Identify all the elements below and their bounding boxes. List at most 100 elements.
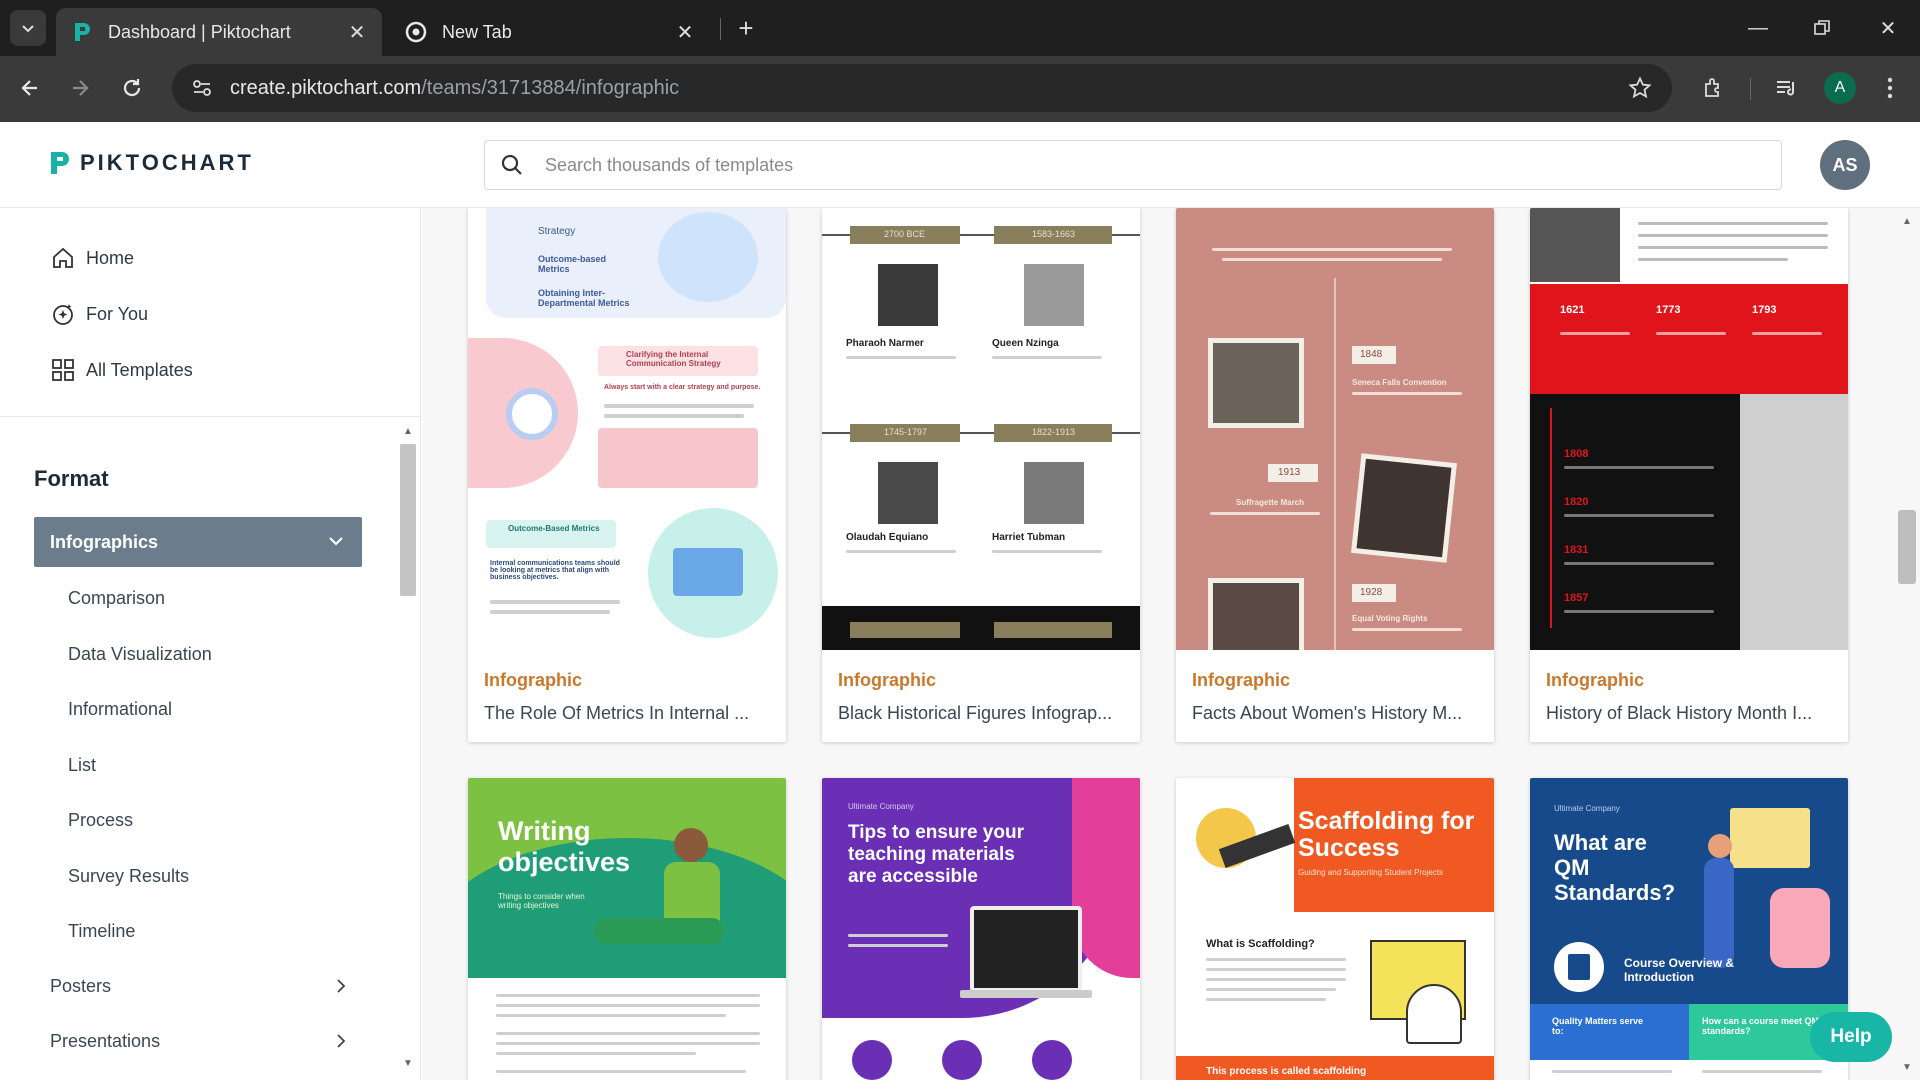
thumb-chart-icon (1032, 1040, 1072, 1080)
subcategory-list[interactable]: List (68, 755, 96, 776)
subcategory-data-visualization[interactable]: Data Visualization (68, 644, 212, 665)
thumb-text-line (1564, 562, 1714, 565)
category-label: Posters (50, 975, 112, 996)
back-arrow-icon[interactable] (10, 68, 50, 108)
chevron-right-icon (337, 979, 346, 993)
thumb-text: 1808 (1564, 448, 1589, 460)
user-avatar[interactable]: AS (1820, 140, 1870, 190)
thumb-text: Harriet Tubman (992, 532, 1066, 543)
thumb-text-line (846, 550, 956, 553)
browser-profile-avatar[interactable]: A (1824, 72, 1856, 104)
thumb-laptop (970, 906, 1082, 992)
thumb-text-line (1638, 222, 1828, 225)
template-card[interactable]: 1621 1773 1793 1808 1820 1831 1857 Infog… (1530, 208, 1848, 742)
template-card[interactable]: 1848 Seneca Falls Convention 1913 Suffra… (1176, 208, 1494, 742)
thumb-text: Pharaoh Narmer (846, 338, 924, 349)
sidebar-scrollbar-thumb[interactable] (400, 444, 416, 596)
card-meta: Infographic The Role Of Metrics In Inter… (468, 650, 786, 742)
thumb-text: Suffragette March (1236, 498, 1305, 507)
window-close-icon[interactable]: ✕ (1866, 10, 1910, 46)
thumb-text-line (1564, 514, 1714, 517)
template-card[interactable]: Strategy Outcome-based Metrics Obtaining… (468, 208, 786, 742)
template-thumbnail: Writing objectives Things to consider wh… (468, 778, 786, 1080)
thumb-text: This process is called scaffolding (1206, 1066, 1367, 1077)
thumb-text-line (848, 944, 948, 947)
thumb-illustration (1406, 984, 1462, 1044)
thumb-text-line (1552, 1070, 1672, 1073)
main-scrollbar-thumb[interactable] (1898, 510, 1916, 584)
category-posters[interactable]: Posters (50, 971, 350, 1001)
reload-icon[interactable] (112, 68, 152, 108)
thumb-text-line (848, 970, 938, 973)
tab-search-button[interactable] (10, 10, 46, 46)
help-button[interactable]: Help (1810, 1012, 1892, 1062)
thumb-text: Course Overview & Introduction (1624, 956, 1735, 984)
thumb-text: 1831 (1564, 544, 1589, 556)
thumb-text: Always start with a clear strategy and p… (604, 384, 761, 391)
template-thumbnail: Strategy Outcome-based Metrics Obtaining… (468, 208, 786, 650)
tab-dashboard[interactable]: Dashboard | Piktochart ✕ (56, 8, 382, 56)
thumb-text: What is Scaffolding? (1206, 938, 1315, 950)
extensions-puzzle-icon[interactable] (1694, 68, 1734, 108)
template-card[interactable]: Ultimate Company Tips to ensure your tea… (822, 778, 1140, 1080)
close-icon[interactable]: ✕ (674, 21, 696, 44)
subcategory-informational[interactable]: Informational (68, 699, 172, 720)
template-card[interactable]: Writing objectives Things to consider wh… (468, 778, 786, 1080)
thumb-text: Seneca Falls Convention (1352, 378, 1447, 387)
thumb-text: 1913 (1278, 467, 1301, 478)
chrome-icon (404, 20, 428, 44)
search-input[interactable] (545, 154, 1745, 176)
thumb-photo (1740, 394, 1848, 650)
minimize-icon[interactable]: — (1736, 10, 1780, 46)
category-infographics[interactable]: Infographics (34, 517, 362, 567)
sidebar-scroll-up-arrow[interactable]: ▲ (400, 424, 416, 438)
category-presentations[interactable]: Presentations (50, 1026, 350, 1056)
close-icon[interactable]: ✕ (346, 21, 368, 44)
sidebar-item-for-you[interactable]: For You (50, 296, 148, 332)
thumb-text: 1822-1913 (1032, 427, 1076, 437)
thumb-photo-frame (1208, 578, 1304, 650)
template-card[interactable]: 2700 BCE 1583-1663 Pharaoh Narmer Queen … (822, 208, 1140, 742)
tab-new-tab[interactable]: New Tab ✕ (390, 8, 710, 56)
sidebar-item-label: For You (86, 303, 149, 324)
subcategory-survey-results[interactable]: Survey Results (68, 866, 189, 887)
piktochart-logo[interactable]: PIKTOCHART (48, 150, 254, 176)
subcategory-timeline[interactable]: Timeline (68, 921, 135, 942)
thumb-illustration (1770, 888, 1830, 968)
restore-icon[interactable] (1800, 10, 1844, 46)
media-controls-icon[interactable] (1766, 68, 1806, 108)
template-card[interactable]: Scaffolding for Success Guiding and Supp… (1176, 778, 1494, 1080)
template-card[interactable]: Ultimate Company What are QM Standards? … (1530, 778, 1848, 1080)
subcategory-comparison[interactable]: Comparison (68, 588, 165, 609)
bookmark-star-icon[interactable] (1626, 74, 1654, 102)
url-text: create.piktochart.com/teams/31713884/inf… (230, 77, 679, 100)
thumb-text: Ultimate Company (848, 802, 914, 811)
thumb-photo (878, 264, 938, 326)
thumb-photo (1213, 343, 1299, 423)
sidebar-item-all-templates[interactable]: All Templates (50, 352, 193, 388)
thumb-photo (1213, 583, 1299, 650)
sidebar-scroll-down-arrow[interactable]: ▼ (400, 1056, 416, 1070)
thumb-video-icon (942, 1040, 982, 1080)
app-header: PIKTOCHART AS (0, 122, 1920, 208)
forward-arrow-icon[interactable] (60, 68, 100, 108)
thumb-text-line (1638, 246, 1828, 249)
address-bar[interactable]: create.piktochart.com/teams/31713884/inf… (172, 64, 1672, 112)
site-settings-icon[interactable] (188, 74, 216, 102)
main-scroll-down-arrow[interactable]: ▼ (1898, 1060, 1916, 1074)
thumb-text-line (490, 610, 610, 614)
sidebar-item-label: All Templates (86, 359, 193, 380)
kebab-menu-icon[interactable] (1870, 68, 1910, 108)
thumb-illustration (674, 828, 708, 862)
thumb-text: What are QM Standards? (1554, 830, 1676, 905)
thumb-text: Queen Nzinga (992, 338, 1059, 349)
thumb-text: Equal Voting Rights (1352, 614, 1428, 623)
main-scroll-up-arrow[interactable]: ▲ (1898, 214, 1916, 228)
sidebar-item-home[interactable]: Home (50, 240, 134, 276)
subcategory-process[interactable]: Process (68, 810, 133, 831)
thumb-shape (1072, 778, 1140, 978)
template-search-bar[interactable] (484, 140, 1782, 190)
new-tab-plus-icon[interactable]: + (730, 12, 762, 44)
sidebar-item-label: Home (86, 247, 135, 268)
thumb-text: 1820 (1564, 496, 1589, 508)
